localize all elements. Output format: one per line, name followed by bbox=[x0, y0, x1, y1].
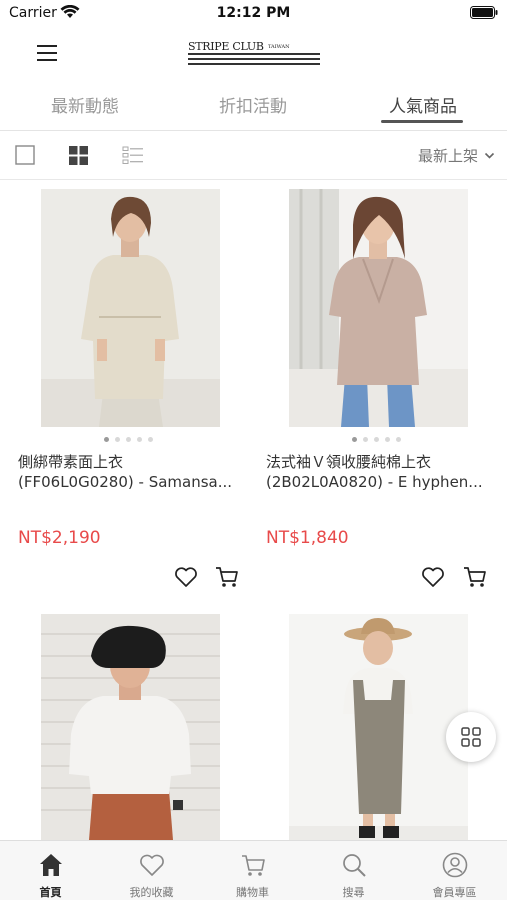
cart-icon[interactable] bbox=[462, 564, 488, 590]
active-tab-indicator bbox=[381, 120, 463, 123]
product-price: NT$1,840 bbox=[266, 528, 349, 548]
tab-latest-news[interactable]: 最新動態 bbox=[40, 92, 130, 117]
product-name[interactable]: 法式袖Ｖ領收腰純棉上衣 bbox=[266, 452, 488, 472]
heart-icon[interactable] bbox=[420, 564, 446, 590]
image-carousel-dots bbox=[104, 437, 153, 443]
cart-icon bbox=[242, 855, 265, 876]
heart-icon[interactable] bbox=[173, 564, 199, 590]
bottom-tab-search[interactable]: 搜尋 bbox=[303, 841, 404, 900]
clock: 12:12 PM bbox=[216, 5, 291, 21]
heart-icon bbox=[140, 854, 164, 876]
chevron-down-icon bbox=[484, 152, 495, 159]
logo-stripes bbox=[188, 53, 320, 68]
logo-text: STRIPE CLUB bbox=[188, 40, 264, 53]
list-view-icon[interactable] bbox=[122, 144, 144, 166]
bottom-tab-label: 首頁 bbox=[39, 886, 62, 899]
bottom-tab-bar: 首頁 我的收藏 購物車 搜尋 會員專區 bbox=[0, 840, 507, 900]
bottom-tab-label: 我的收藏 bbox=[129, 886, 174, 899]
battery-icon bbox=[470, 6, 498, 19]
bottom-tab-home[interactable]: 首頁 bbox=[0, 841, 101, 900]
brand-logo[interactable]: STRIPE CLUB TAIWAN bbox=[188, 38, 322, 68]
floating-menu-button[interactable] bbox=[446, 712, 496, 762]
product-name-code[interactable]: (FF06L0G0280) - Samansa... bbox=[18, 472, 240, 492]
product-image[interactable] bbox=[41, 189, 220, 427]
product-image[interactable] bbox=[289, 189, 468, 427]
product-image[interactable] bbox=[289, 614, 468, 840]
view-toolbar: 最新上架 bbox=[0, 131, 507, 179]
bottom-tab-label: 會員專區 bbox=[432, 886, 477, 899]
sort-label: 最新上架 bbox=[417, 147, 478, 165]
home-icon bbox=[40, 854, 62, 876]
search-icon bbox=[343, 854, 366, 877]
product-image[interactable] bbox=[41, 614, 220, 840]
sort-dropdown[interactable]: 最新上架 bbox=[418, 145, 495, 166]
tab-popular-items[interactable]: 人氣商品 bbox=[378, 92, 468, 117]
bottom-tab-favorites[interactable]: 我的收藏 bbox=[101, 841, 202, 900]
product-price: NT$2,190 bbox=[18, 528, 101, 548]
logo-subtext: TAIWAN bbox=[268, 44, 290, 50]
status-bar: Carrier 12:12 PM bbox=[0, 0, 507, 28]
category-tabs: 最新動態 折扣活動 人氣商品 bbox=[0, 82, 507, 128]
bottom-tab-label: 搜尋 bbox=[342, 886, 365, 899]
single-view-icon[interactable] bbox=[15, 144, 37, 166]
user-icon bbox=[442, 852, 468, 878]
bottom-tab-cart[interactable]: 購物車 bbox=[202, 841, 303, 900]
image-carousel-dots bbox=[352, 437, 401, 443]
bottom-tab-label: 購物車 bbox=[236, 886, 269, 899]
cart-icon[interactable] bbox=[214, 564, 240, 590]
nav-bar: STRIPE CLUB TAIWAN bbox=[0, 28, 507, 78]
product-name-code[interactable]: (2B02L0A0820) - E hyphen... bbox=[266, 472, 488, 492]
hamburger-menu-button[interactable] bbox=[34, 40, 60, 66]
product-name[interactable]: 側綁帶素面上衣 bbox=[18, 452, 240, 472]
toolbar-divider bbox=[0, 179, 507, 180]
grid-icon bbox=[461, 727, 481, 747]
bottom-tab-member[interactable]: 會員專區 bbox=[404, 841, 505, 900]
grid-view-icon[interactable] bbox=[68, 144, 90, 166]
tab-discounts[interactable]: 折扣活動 bbox=[208, 92, 298, 117]
